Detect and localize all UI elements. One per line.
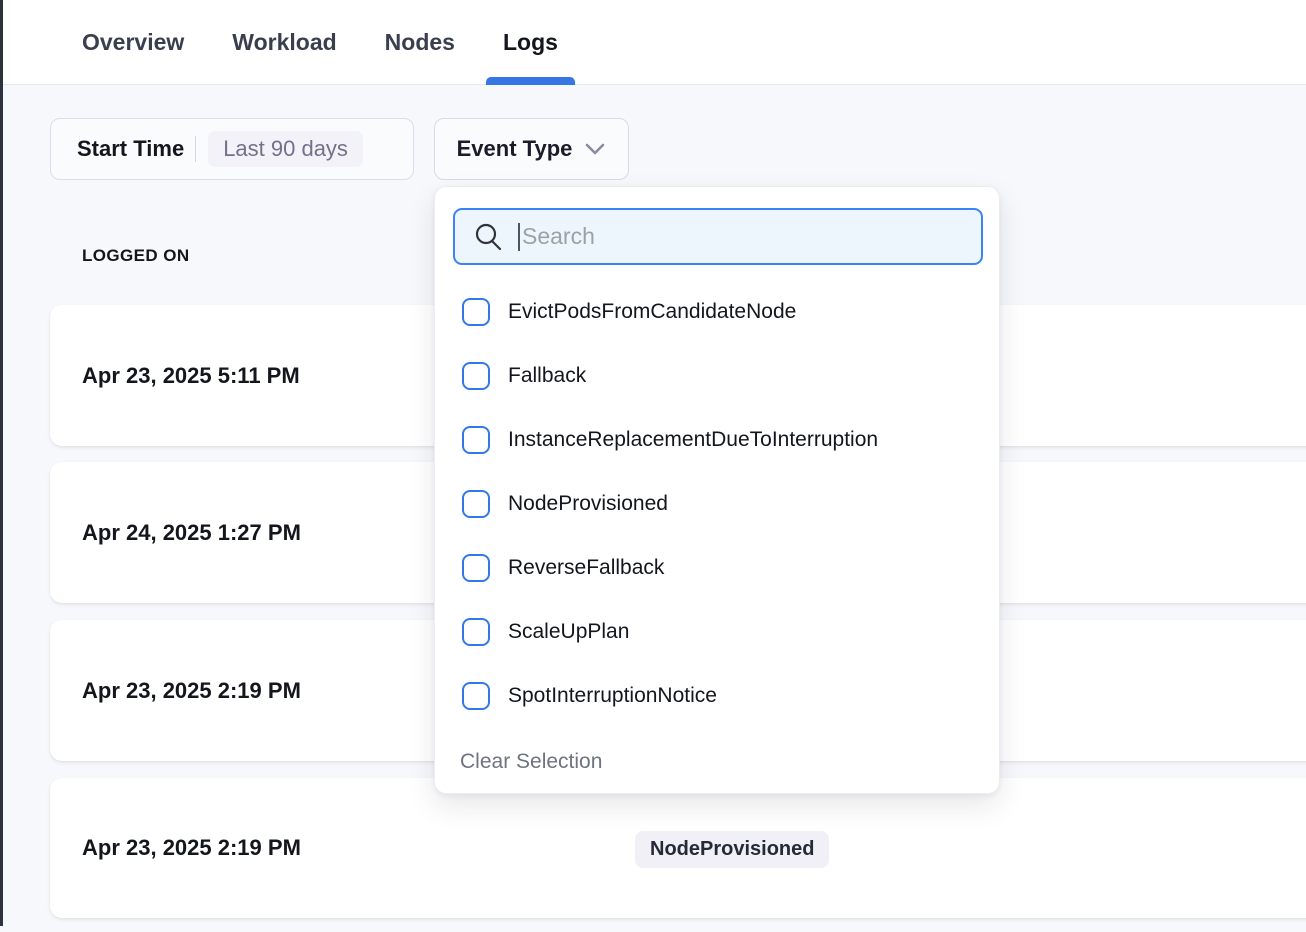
tab-nodes[interactable]: Nodes xyxy=(385,0,455,85)
tab-workload[interactable]: Workload xyxy=(232,0,336,85)
checkbox-icon[interactable] xyxy=(462,490,490,518)
table-row[interactable]: Apr 23, 2025 2:19 PM NodeProvisioned xyxy=(50,778,1306,918)
sidebar-edge xyxy=(0,0,3,926)
tab-bar: Overview Workload Nodes Logs xyxy=(0,0,1306,85)
option-label: SpotInterruptionNotice xyxy=(508,684,717,708)
text-cursor xyxy=(518,223,520,251)
checkbox-icon[interactable] xyxy=(462,618,490,646)
event-type-badge: NodeProvisioned xyxy=(635,831,829,868)
search-input[interactable]: Search xyxy=(453,208,983,265)
option-label: ReverseFallback xyxy=(508,556,664,580)
option-label: Fallback xyxy=(508,364,586,388)
tab-overview-label: Overview xyxy=(82,29,184,56)
start-time-filter[interactable]: Start Time Last 90 days xyxy=(50,118,414,180)
event-type-dropdown: Search EvictPodsFromCandidateNode Fallba… xyxy=(434,186,1000,794)
checkbox-icon[interactable] xyxy=(462,554,490,582)
option-fallback[interactable]: Fallback xyxy=(435,344,999,408)
option-reversefallback[interactable]: ReverseFallback xyxy=(435,536,999,600)
tab-logs-label: Logs xyxy=(503,29,558,56)
option-scaleupplan[interactable]: ScaleUpPlan xyxy=(435,600,999,664)
logged-on-timestamp: Apr 23, 2025 5:11 PM xyxy=(82,363,300,389)
checkbox-icon[interactable] xyxy=(462,682,490,710)
search-icon xyxy=(473,222,503,252)
option-nodeprovisioned[interactable]: NodeProvisioned xyxy=(435,472,999,536)
tab-workload-label: Workload xyxy=(232,29,336,56)
event-type-label: Event Type xyxy=(457,136,573,162)
option-label: EvictPodsFromCandidateNode xyxy=(508,300,796,324)
column-header-logged-on: LOGGED ON xyxy=(82,246,190,266)
option-label: ScaleUpPlan xyxy=(508,620,629,644)
clear-selection-button[interactable]: Clear Selection xyxy=(460,750,602,774)
checkbox-icon[interactable] xyxy=(462,298,490,326)
search-placeholder: Search xyxy=(522,223,595,250)
option-label: InstanceReplacementDueToInterruption xyxy=(508,428,878,452)
tab-overview[interactable]: Overview xyxy=(82,0,184,85)
tab-nodes-label: Nodes xyxy=(385,29,455,56)
checkbox-icon[interactable] xyxy=(462,362,490,390)
checkbox-icon[interactable] xyxy=(462,426,490,454)
tabs: Overview Workload Nodes Logs xyxy=(82,0,558,85)
tab-logs[interactable]: Logs xyxy=(503,0,558,85)
chevron-down-icon xyxy=(584,142,606,156)
logged-on-timestamp: Apr 23, 2025 2:19 PM xyxy=(82,678,301,704)
active-tab-indicator xyxy=(486,77,575,85)
option-label: NodeProvisioned xyxy=(508,492,668,516)
option-evictpodsfromcandidatenode[interactable]: EvictPodsFromCandidateNode xyxy=(435,280,999,344)
event-type-options: EvictPodsFromCandidateNode Fallback Inst… xyxy=(435,280,999,728)
start-time-value[interactable]: Last 90 days xyxy=(208,131,363,167)
option-spotinterruptionnotice[interactable]: SpotInterruptionNotice xyxy=(435,664,999,728)
logged-on-timestamp: Apr 24, 2025 1:27 PM xyxy=(82,520,301,546)
filter-divider xyxy=(195,136,196,162)
start-time-label: Start Time xyxy=(77,136,184,162)
option-instancereplacementduetointerruption[interactable]: InstanceReplacementDueToInterruption xyxy=(435,408,999,472)
event-type-filter-button[interactable]: Event Type xyxy=(434,118,629,180)
logged-on-timestamp: Apr 23, 2025 2:19 PM xyxy=(82,835,301,861)
